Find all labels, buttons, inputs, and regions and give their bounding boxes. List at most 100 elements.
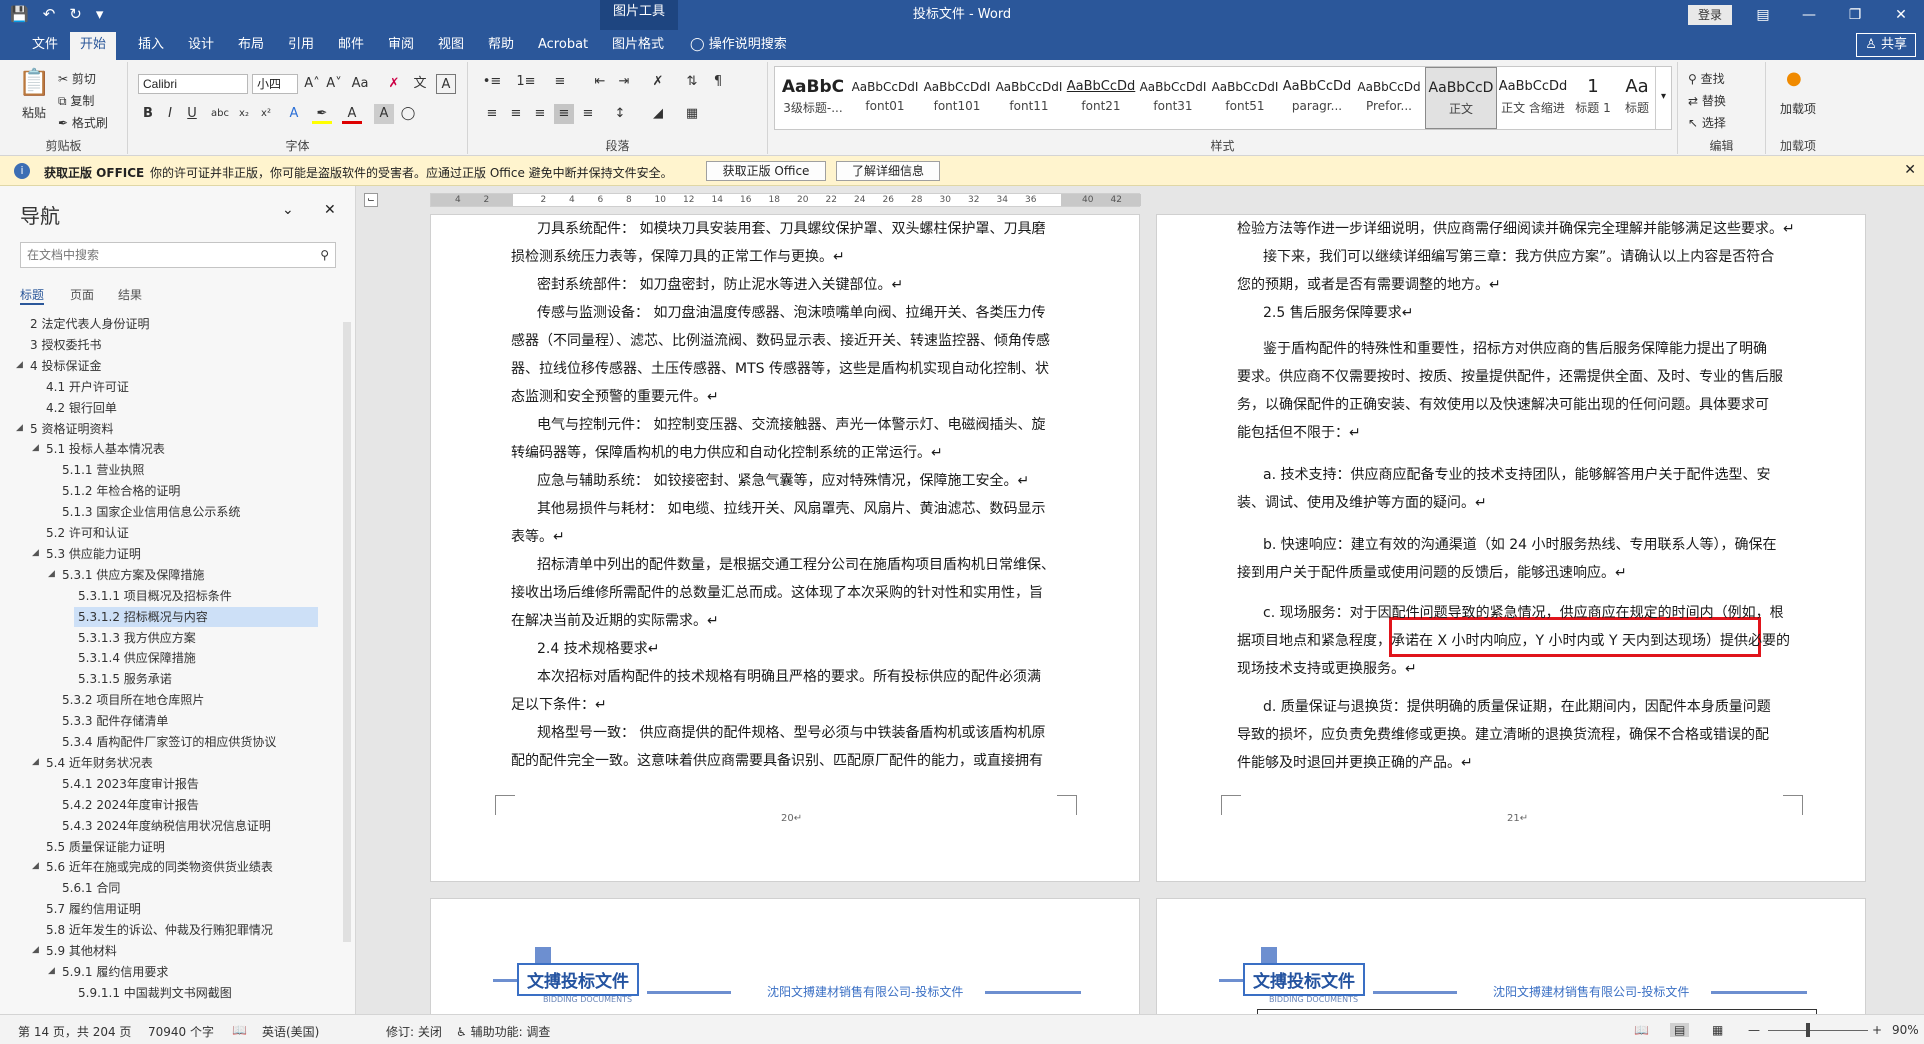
close-window-icon[interactable]: ✕	[1878, 0, 1924, 30]
document-text-line[interactable]: 鉴于盾构配件的特殊性和重要性，招标方对供应商的售后服务保障能力提出了明确	[1263, 339, 1767, 359]
paste-icon[interactable]: 📋	[18, 68, 50, 98]
collapse-triangle-icon[interactable]: ◢	[48, 966, 58, 976]
distributed-icon[interactable]: ≡	[578, 104, 598, 124]
get-genuine-button[interactable]: 获取正版 Office	[706, 161, 826, 181]
nav-search-input[interactable]: 在文档中搜索 ⚲	[20, 242, 336, 268]
nav-heading-item[interactable]: 3 授权委托书	[30, 335, 101, 355]
read-mode-icon[interactable]: 📖	[1634, 1023, 1649, 1037]
style-font31[interactable]: AaBbCcDdI font31	[1137, 67, 1209, 129]
nav-heading-item[interactable]: 5.6.1 合同	[62, 878, 120, 898]
nav-heading-item[interactable]: 5.3.1.2 招标概况与内容	[74, 606, 318, 627]
zoom-slider[interactable]	[1768, 1030, 1868, 1031]
document-text-line[interactable]: 损检测系统压力表等，保障刀具的正常工作与更换。↵	[511, 247, 845, 267]
nav-heading-item[interactable]: 5.7 履约信用证明	[46, 899, 141, 919]
word-count[interactable]: 70940 个字	[148, 1023, 214, 1040]
shading-icon[interactable]: ◢	[648, 104, 668, 124]
document-text-line[interactable]: 电气与控制元件： 如控制变压器、交流接触器、声光一体警示灯、电磁阀插头、旋	[537, 415, 1045, 435]
style-paragraph[interactable]: AaBbCcDd paragr...	[1281, 67, 1353, 129]
align-right-icon[interactable]: ≡	[530, 104, 550, 124]
document-text-line[interactable]: a. 技术支持：供应商应配备专业的技术支持团队，能够解答用户关于配件选型、安	[1263, 465, 1770, 485]
paste-button[interactable]: 粘贴	[22, 104, 46, 121]
document-text-line[interactable]: 在解决当前及近期的实际需求。↵	[511, 611, 719, 631]
tab-references[interactable]: 引用	[278, 30, 324, 60]
zoom-thumb[interactable]	[1806, 1023, 1810, 1037]
zoom-out-icon[interactable]: —	[1748, 1023, 1760, 1037]
style-font21[interactable]: AaBbCcDd font21	[1065, 67, 1137, 129]
redo-icon[interactable]: ↻	[69, 5, 82, 23]
document-text-line[interactable]: 现场技术支持或更换服务。↵	[1237, 659, 1417, 679]
accessibility-status[interactable]: ♿ 辅助功能: 调查	[456, 1023, 550, 1040]
collapse-triangle-icon[interactable]: ◢	[32, 945, 42, 955]
restore-icon[interactable]: ❐	[1832, 0, 1878, 30]
char-border-icon[interactable]: A	[436, 74, 456, 94]
style-title[interactable]: Aa 标题	[1617, 67, 1657, 129]
document-text-line[interactable]: 刀具系统配件： 如模块刀具安装用套、刀具螺纹保护罩、双头螺柱保护罩、刀具磨	[537, 219, 1045, 239]
style-heading1[interactable]: 1 标题 1	[1569, 67, 1617, 129]
style-font01[interactable]: AaBbCcDdI font01	[849, 67, 921, 129]
font-color-icon[interactable]: A	[342, 104, 362, 124]
document-text-line[interactable]: 务，以确保配件的正确安装、有效使用以及快速解决可能出现的任何问题。具体要求可	[1237, 395, 1769, 415]
tab-acrobat[interactable]: Acrobat	[528, 30, 598, 60]
styles-more-icon[interactable]: ▾	[1655, 67, 1671, 129]
document-text-line[interactable]: 感器（不同量程）、滤芯、比例溢流阀、数码显示表、接近开关、转速监控器、倾角传感	[511, 331, 1050, 351]
text-effects-icon[interactable]: A	[284, 104, 304, 124]
ribbon-display-icon[interactable]: ▤	[1740, 0, 1786, 30]
nav-heading-item[interactable]: 5 资格证明资料	[30, 419, 113, 439]
proofing-icon[interactable]: 📖	[232, 1023, 247, 1037]
document-text-line[interactable]: 应急与辅助系统： 如铰接密封、紧急气囊等，应对特殊情况，保障施工安全。↵	[537, 471, 1029, 491]
document-text-line[interactable]: 件能够及时退回并更换正确的产品。↵	[1237, 753, 1473, 773]
tab-insert[interactable]: 插入	[128, 30, 174, 60]
document-text-line[interactable]: 转编码器等，保障盾构机的电力供应和自动化控制系统的正常运行。↵	[511, 443, 943, 463]
save-icon[interactable]: 💾	[10, 5, 29, 23]
strikethrough-icon[interactable]: abc	[210, 104, 230, 124]
copy-button[interactable]: ⧉ 复制	[58, 92, 94, 109]
sort-icon[interactable]: ⇅	[682, 72, 702, 92]
nav-heading-item[interactable]: 5.6 近年在施或完成的同类物资供货业绩表	[46, 857, 273, 877]
share-button[interactable]: ♙ 共享	[1856, 33, 1916, 57]
collapse-triangle-icon[interactable]: ◢	[48, 569, 58, 579]
tab-view[interactable]: 视图	[428, 30, 474, 60]
collapse-triangle-icon[interactable]: ◢	[16, 423, 26, 433]
nav-heading-item[interactable]: 5.4.3 2024年度纳税信用状况信息证明	[62, 816, 271, 836]
style-font51[interactable]: AaBbCcDdI font51	[1209, 67, 1281, 129]
horizontal-ruler[interactable]: 4 2 2 4 6 8 10 12 14 16 18 20 22 24 26 28 30 32 34 36 40 42	[430, 193, 1141, 207]
customize-qat-icon[interactable]: ▾	[96, 5, 104, 23]
search-icon[interactable]: ⚲	[320, 243, 329, 267]
ruler-toggle[interactable]: ⌙	[364, 193, 378, 207]
enclose-char-icon[interactable]: ◯	[398, 104, 418, 124]
document-text-line[interactable]: 接收出场后维修所需配件的总数量汇总而成。这体现了本次采购的针对性和实用性，旨	[511, 583, 1043, 603]
nav-heading-item[interactable]: 5.3.1 供应方案及保障措施	[62, 565, 204, 585]
nav-heading-item[interactable]: 5.4.1 2023年度审计报告	[62, 774, 199, 794]
document-text-line[interactable]: 表等。↵	[511, 527, 565, 547]
chevron-down-icon[interactable]: ⌄	[282, 202, 294, 218]
close-pane-icon[interactable]: ✕	[324, 202, 336, 218]
style-3[interactable]: AaBbC 3级标题-...	[777, 67, 849, 129]
login-button[interactable]: 登录	[1688, 5, 1732, 25]
nav-tab-headings[interactable]: 标题	[20, 286, 45, 305]
learn-more-button[interactable]: 了解详细信息	[836, 161, 940, 181]
nav-heading-item[interactable]: 5.3.3 配件存储清单	[62, 711, 168, 731]
document-text-line[interactable]: c. 现场服务：对于因配件问题导致的紧急情况，供应商应在规定的时间内（例如，根	[1263, 603, 1784, 623]
nav-heading-item[interactable]: 4.2 银行回单	[46, 398, 117, 418]
nav-heading-item[interactable]: 5.8 近年发生的诉讼、仲裁及行贿犯罪情况	[46, 920, 273, 940]
align-left-icon[interactable]: ≡	[482, 104, 502, 124]
collapse-triangle-icon[interactable]: ◢	[32, 757, 42, 767]
cut-button[interactable]: ✂ 剪切	[58, 70, 96, 87]
document-text-line[interactable]: 导致的损坏，应负责免费维修或更换。建立清晰的退换货流程，确保不合格或错误的配	[1237, 725, 1769, 745]
nav-heading-item[interactable]: 5.3.1.4 供应保障措施	[78, 648, 196, 668]
phonetic-guide-icon[interactable]: 文	[410, 74, 430, 94]
multilevel-list-icon[interactable]: ≡	[550, 72, 570, 92]
replace-button[interactable]: ⇄ 替换	[1688, 92, 1726, 109]
nav-heading-item[interactable]: 4.1 开户许可证	[46, 377, 129, 397]
document-text-line[interactable]: 其他易损件与耗材： 如电缆、拉线开关、风扇罩壳、风扇片、黄油滤芯、数码显示	[537, 499, 1045, 519]
document-text-line[interactable]: b. 快速响应：建立有效的沟通渠道（如 24 小时服务热线、专用联系人等），确保…	[1263, 535, 1777, 555]
collapse-triangle-icon[interactable]: ◢	[16, 360, 26, 370]
find-button[interactable]: ⚲ 查找	[1688, 70, 1725, 87]
format-painter-button[interactable]: ✒ 格式刷	[58, 114, 108, 131]
nav-heading-item[interactable]: 5.1.3 国家企业信用信息公示系统	[62, 502, 240, 522]
nav-heading-item[interactable]: 5.3 供应能力证明	[46, 544, 141, 564]
document-text-line[interactable]: 2.4 技术规格要求↵	[537, 639, 659, 659]
tab-file[interactable]: 文件	[22, 30, 68, 60]
document-text-line[interactable]: 装、调试、使用及维护等方面的疑问。↵	[1237, 493, 1487, 513]
document-text-line[interactable]: 传感与监测设备： 如刀盘油温度传感器、泡沫喷嘴单向阀、拉绳开关、各类压力传	[537, 303, 1045, 323]
